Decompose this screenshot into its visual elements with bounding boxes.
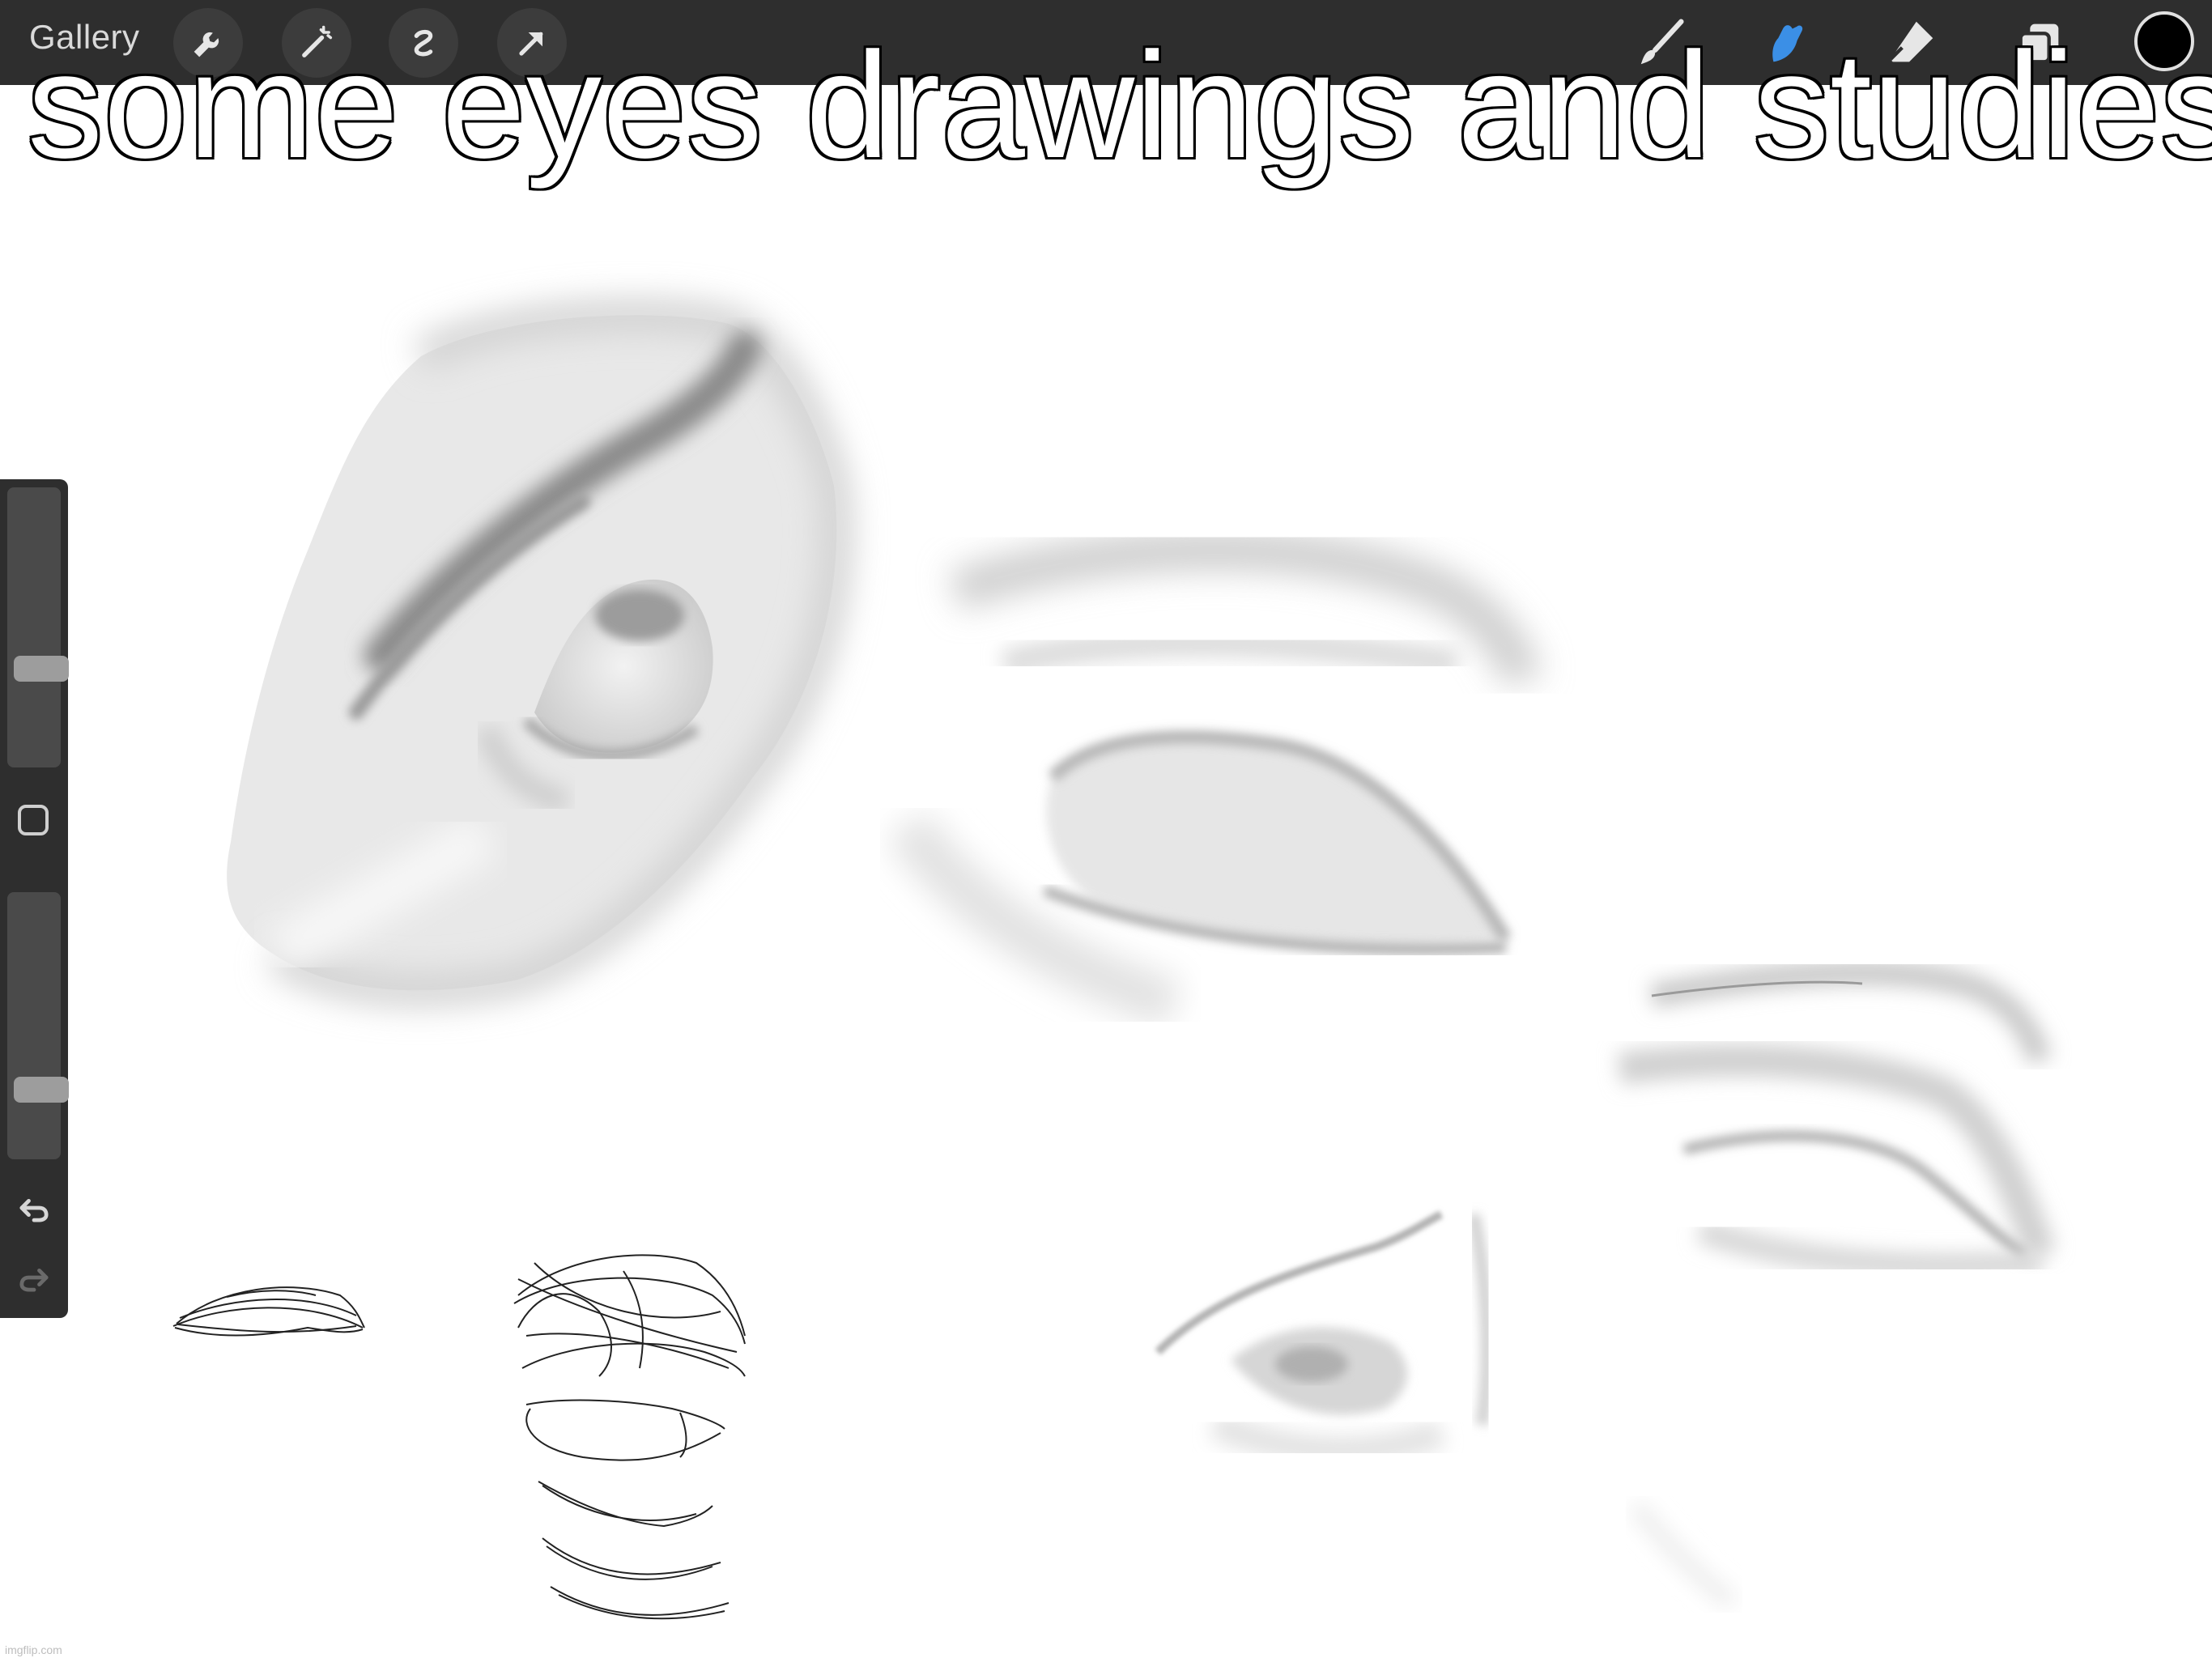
eye-sketch-stack xyxy=(513,1254,746,1620)
eye-study-shaded-large xyxy=(227,299,853,1007)
brush-size-thumb[interactable] xyxy=(14,656,69,682)
eye-study-small-bottom xyxy=(1155,1210,1739,1611)
opacity-slider[interactable] xyxy=(7,892,69,1159)
opacity-thumb[interactable] xyxy=(14,1077,69,1103)
eye-study-soft-right xyxy=(1617,960,2056,1278)
meme-caption: some eyes drawings and studies xyxy=(28,22,2212,189)
watermark: imgflip.com xyxy=(5,1643,62,1656)
undo-icon[interactable] xyxy=(13,1187,55,1229)
left-sidebar xyxy=(0,479,69,1318)
redo-icon[interactable] xyxy=(13,1256,55,1299)
eye-study-soft-center xyxy=(887,529,1542,1027)
modify-button[interactable] xyxy=(18,805,49,835)
brush-size-slider[interactable] xyxy=(7,487,69,767)
eye-sketch-small-left xyxy=(172,1286,365,1337)
drawing-canvas[interactable] xyxy=(0,0,2212,1658)
